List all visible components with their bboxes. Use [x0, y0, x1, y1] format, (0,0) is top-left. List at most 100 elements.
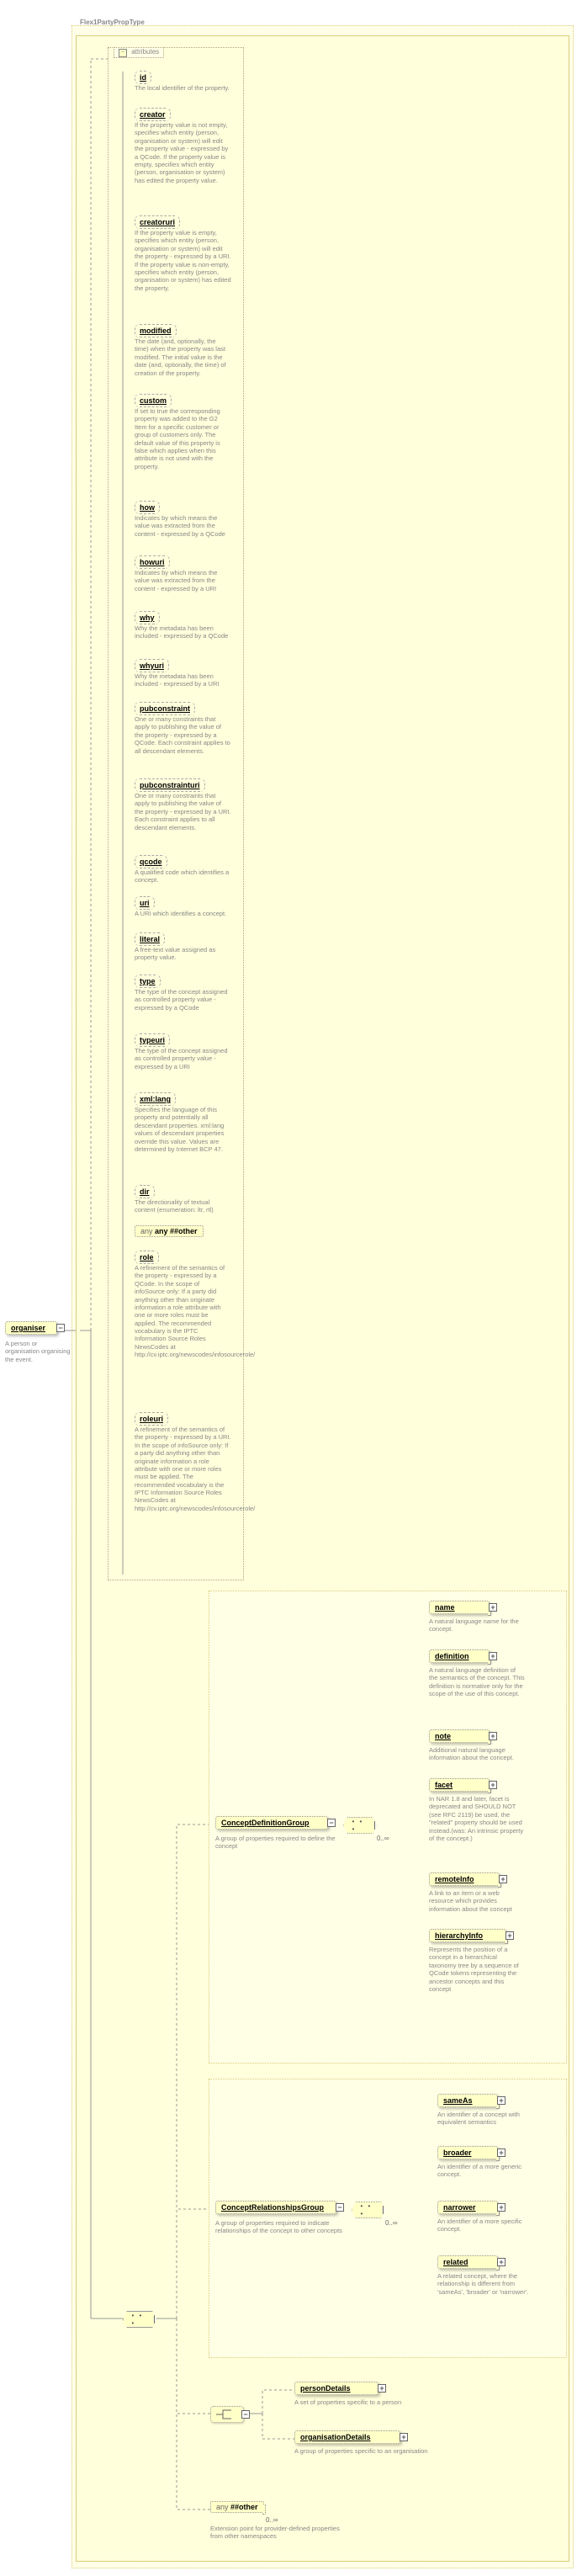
rel-narrower-desc: An identifier of a more specific concept…: [437, 2217, 534, 2233]
rel-broader-desc: An identifier of a more generic concept.: [437, 2163, 534, 2179]
attr-custom[interactable]: custom: [140, 394, 167, 407]
attr-dir-desc: The directionality of textual content (e…: [135, 1198, 231, 1214]
def-facet-expander[interactable]: +: [489, 1781, 497, 1789]
attr-role-desc: A refinement of the semantics of the pro…: [135, 1264, 231, 1359]
persondetails-desc: A set of properties specific to a person: [294, 2398, 429, 2406]
attr-id[interactable]: id: [140, 71, 146, 84]
organiser-expander[interactable]: −: [56, 1324, 65, 1332]
any-other-occur: 0..∞: [266, 2516, 278, 2524]
rel-sameas-expander[interactable]: +: [497, 2096, 506, 2105]
def-note[interactable]: note +: [429, 1729, 490, 1743]
attr-howuri-desc: Indicates by which means the value was e…: [135, 569, 231, 592]
def-hierarchyinfo[interactable]: hierarchyInfo +: [429, 1929, 506, 1942]
def-definition-expander[interactable]: +: [489, 1652, 497, 1660]
relgroup-sequence[interactable]: • • • −: [352, 2202, 385, 2218]
rel-narrower[interactable]: narrower +: [437, 2201, 498, 2214]
attr-type-desc: The type of the concept assigned as cont…: [135, 988, 231, 1012]
attr-role[interactable]: role: [140, 1251, 154, 1264]
def-name-desc: A natural language name for the concept.: [429, 1617, 526, 1633]
relgroup-expander[interactable]: −: [336, 2203, 344, 2212]
attr-pubconstrainturi[interactable]: pubconstrainturi: [140, 778, 200, 792]
attr-xmllang-desc: Specifies the language of this property …: [135, 1106, 231, 1153]
def-remoteinfo-expander[interactable]: +: [499, 1875, 507, 1883]
any-other-element[interactable]: any ##other: [210, 2501, 264, 2513]
rel-sameas-desc: An identifier of a concept with equivale…: [437, 2111, 534, 2127]
defgroup-plaque[interactable]: ConceptDefinitionGroup −: [215, 1816, 328, 1830]
def-note-expander[interactable]: +: [489, 1732, 497, 1740]
attr-any-other[interactable]: any any ##other: [135, 1225, 204, 1237]
details-choice[interactable]: −: [210, 2406, 244, 2423]
def-name-expander[interactable]: +: [489, 1603, 497, 1612]
attr-pubconstraint-desc: One or many constraints that apply to pu…: [135, 715, 231, 755]
attr-literal[interactable]: literal: [140, 932, 160, 946]
attr-why-desc: Why the metadata has been included - exp…: [135, 624, 231, 640]
relgroup-desc: A group of properties required to indica…: [215, 2219, 350, 2235]
rel-broader-expander[interactable]: +: [497, 2148, 506, 2157]
attr-uri[interactable]: uri: [140, 896, 150, 910]
def-remoteinfo-desc: A link to an item or a web resource whic…: [429, 1889, 526, 1913]
attr-qcode-desc: A qualified code which identifies a conc…: [135, 868, 231, 884]
def-hierarchyinfo-expander[interactable]: +: [506, 1931, 514, 1940]
attr-whyuri[interactable]: whyuri: [140, 659, 164, 672]
attr-creator[interactable]: creator: [140, 108, 166, 121]
attributes-expander-icon[interactable]: −: [119, 49, 127, 57]
defgroup-desc: A group of properties required to define…: [215, 1835, 350, 1851]
attr-how-desc: Indicates by which means the value was e…: [135, 514, 231, 538]
def-definition-desc: A natural language definition of the sem…: [429, 1666, 526, 1698]
attr-creatoruri-desc: If the property value is empty, specifie…: [135, 229, 231, 292]
persondetails[interactable]: personDetails +: [294, 2382, 378, 2395]
organiser-label: organiser: [11, 1324, 51, 1332]
rel-related[interactable]: related +: [437, 2255, 498, 2269]
attr-modified[interactable]: modified: [140, 324, 172, 337]
attr-creator-desc: If the property value is not empty, spec…: [135, 121, 231, 184]
attr-type[interactable]: type: [140, 975, 156, 988]
attr-roleuri-desc: A refinement of the semantics of the pro…: [135, 1426, 231, 1512]
attr-qcode[interactable]: qcode: [140, 855, 162, 868]
rel-narrower-expander[interactable]: +: [497, 2203, 506, 2212]
attr-howuri[interactable]: howuri: [140, 555, 165, 569]
def-hierarchyinfo-desc: Represents the position of a concept in …: [429, 1946, 526, 1993]
attributes-header[interactable]: − attributes: [114, 47, 164, 58]
sequence-glyph: • • •: [132, 2312, 148, 2327]
def-name[interactable]: name +: [429, 1601, 490, 1614]
attr-how[interactable]: how: [140, 501, 155, 514]
choice-icon: [211, 2407, 243, 2422]
defgroup-occur: 0..∞: [377, 1835, 389, 1842]
diagram-canvas: Flex1PartyPropType: [0, 0, 577, 2576]
organiser-element[interactable]: organiser −: [5, 1321, 57, 1335]
attr-uri-desc: A URI which identifies a concept.: [135, 910, 231, 917]
attr-pubconstrainturi-desc: One or many constraints that apply to pu…: [135, 792, 231, 831]
attr-xmllang[interactable]: xml:lang: [140, 1092, 171, 1106]
relgroup-plaque[interactable]: ConceptRelationshipsGroup −: [215, 2201, 336, 2214]
rel-broader[interactable]: broader +: [437, 2146, 498, 2159]
relgroup-label: ConceptRelationshipsGroup: [221, 2203, 331, 2212]
details-choice-expander[interactable]: −: [241, 2410, 250, 2419]
relgroup-occur: 0..∞: [385, 2219, 398, 2227]
any-other-desc: Extension point for provider-defined pro…: [210, 2525, 345, 2541]
persondetails-expander[interactable]: +: [378, 2384, 386, 2393]
attr-dir[interactable]: dir: [140, 1185, 150, 1198]
attr-why[interactable]: why: [140, 611, 155, 624]
organiser-desc: A person or organisation organising the …: [5, 1340, 72, 1363]
attr-whyuri-desc: Why the metadata has been included - exp…: [135, 672, 231, 688]
attr-id-desc: The local identifier of the property.: [135, 84, 231, 92]
def-facet[interactable]: facet +: [429, 1778, 490, 1792]
defgroup-expander[interactable]: −: [327, 1819, 336, 1827]
attr-creatoruri[interactable]: creatoruri: [140, 215, 175, 229]
root-sequence-connector[interactable]: • • • −: [123, 2311, 156, 2328]
rel-sameas[interactable]: sameAs +: [437, 2094, 498, 2107]
organisationdetails[interactable]: organisationDetails +: [294, 2430, 400, 2444]
def-definition[interactable]: definition +: [429, 1649, 490, 1663]
rel-related-expander[interactable]: +: [497, 2258, 506, 2266]
attr-roleuri[interactable]: roleuri: [140, 1412, 163, 1426]
attr-literal-desc: A free-text value assigned as property v…: [135, 946, 231, 962]
def-remoteinfo[interactable]: remoteInfo +: [429, 1872, 500, 1886]
attr-custom-desc: If set to true the corresponding propert…: [135, 407, 231, 470]
attr-typeuri[interactable]: typeuri: [140, 1033, 165, 1047]
defgroup-sequence[interactable]: • • • −: [343, 1817, 377, 1834]
attributes-label: attributes: [131, 48, 159, 56]
def-note-desc: Additional natural language information …: [429, 1746, 526, 1762]
organisationdetails-expander[interactable]: +: [400, 2433, 408, 2441]
attr-pubconstraint[interactable]: pubconstraint: [140, 702, 190, 715]
organisationdetails-desc: A group of properties specific to an org…: [294, 2447, 429, 2455]
